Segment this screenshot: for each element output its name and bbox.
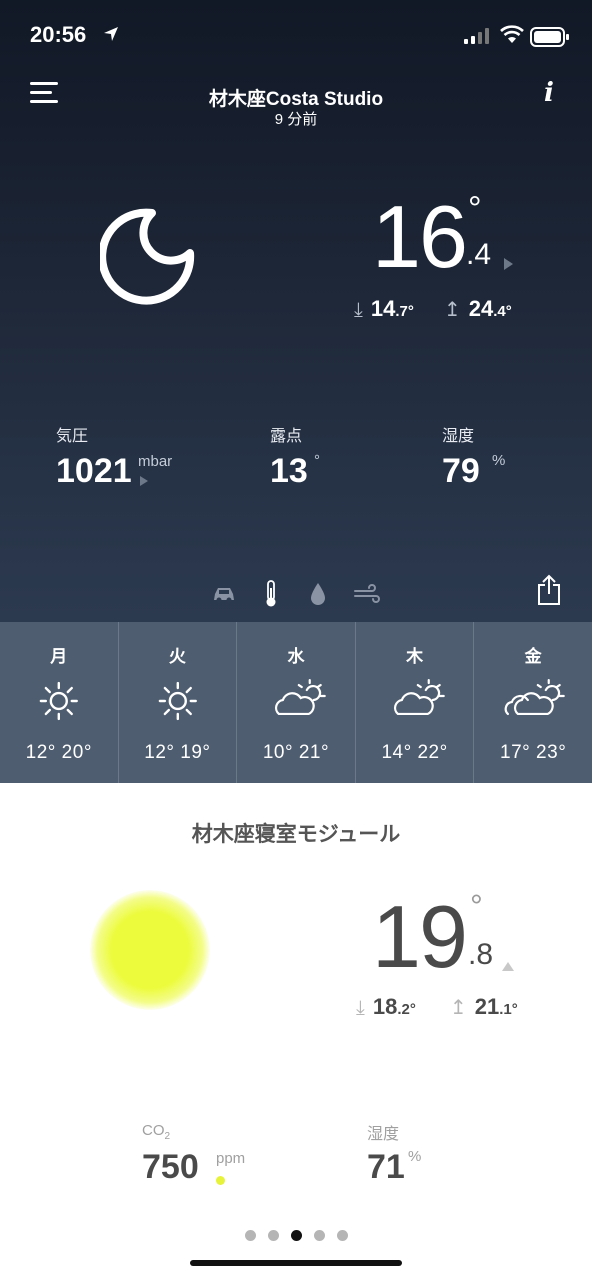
sun-clouds-icon: [505, 678, 566, 716]
max-arrow-icon: ↥: [444, 299, 461, 321]
indoor-humidity-unit: %: [408, 1148, 422, 1165]
indoor-humidity-label: 湿度: [367, 1126, 400, 1143]
outdoor-temperature-decimal: .4: [466, 238, 492, 271]
trend-right-icon: [140, 476, 148, 486]
indoor-max-temp: ↥ 21.1°: [450, 994, 518, 1019]
forecast-day-name: 金: [524, 647, 542, 666]
min-arrow-icon: ⤓: [354, 299, 363, 321]
co2-label: CO2: [142, 1122, 171, 1142]
forecast-temps: 12° 20°: [25, 742, 92, 763]
forecast-day[interactable]: 金 17° 23°: [474, 622, 592, 783]
indoor-humidity-value[interactable]: 71: [367, 1148, 405, 1187]
min-arrow-icon: ⤓: [356, 997, 365, 1019]
forecast-day-name: 月: [50, 647, 68, 666]
forecast-strip: 月 12° 20° 火 12° 19° 水 10° 21° 木 14° 22° …: [0, 622, 592, 783]
moon-icon: [100, 208, 195, 305]
degree-symbol: °: [468, 190, 482, 228]
share-icon[interactable]: [536, 574, 562, 606]
forecast-day[interactable]: 火 12° 19°: [119, 622, 238, 783]
drop-icon[interactable]: [310, 582, 326, 606]
degree-symbol: °: [470, 888, 483, 924]
pressure-unit: mbar: [138, 453, 173, 470]
co2-value[interactable]: 750: [142, 1148, 199, 1187]
page-dot[interactable]: [244, 1230, 256, 1241]
battery-icon: [530, 27, 569, 47]
info-icon[interactable]: i: [544, 78, 554, 108]
humidity-unit: %: [492, 452, 506, 469]
sun-cloud-icon: [275, 678, 326, 716]
page-dot[interactable]: [313, 1230, 325, 1241]
page-dot[interactable]: [336, 1230, 348, 1241]
home-indicator[interactable]: [190, 1260, 402, 1266]
forecast-day-name: 水: [287, 647, 305, 666]
pressure-value[interactable]: 1021: [56, 452, 132, 491]
max-arrow-icon: ↥: [450, 997, 467, 1019]
sun-icon: [158, 681, 197, 721]
outdoor-temperature[interactable]: 16: [372, 186, 468, 288]
page-indicator: [0, 1228, 592, 1246]
outdoor-max-temp: ↥ 24.4°: [444, 296, 512, 321]
air-quality-indicator[interactable]: [90, 890, 210, 1010]
status-time: 20:56: [30, 22, 87, 47]
dewpoint-value[interactable]: 13: [270, 452, 308, 491]
trend-right-icon: [504, 258, 513, 270]
sun-cloud-icon: [393, 678, 445, 716]
trend-up-icon: [502, 962, 514, 971]
indoor-min-temp: ⤓ 18.2°: [356, 994, 416, 1019]
forecast-temps: 17° 23°: [500, 742, 567, 763]
module-name[interactable]: 材木座寝室モジュール: [0, 818, 592, 848]
station-name[interactable]: 材木座Costa Studio: [0, 84, 592, 111]
dewpoint-label: 露点: [270, 428, 303, 445]
forecast-day-name: 木: [406, 647, 424, 666]
status-bar: 20:56: [0, 0, 592, 70]
wifi-icon: [500, 25, 524, 43]
co2-unit: ppm: [216, 1150, 246, 1167]
forecast-day-name: 火: [168, 647, 186, 666]
dewpoint-unit: °: [314, 452, 320, 469]
sun-icon: [39, 681, 78, 721]
forecast-temps: 12° 19°: [144, 742, 211, 763]
last-updated: 9 分前: [274, 111, 318, 128]
thermometer-icon[interactable]: [264, 580, 278, 608]
humidity-value[interactable]: 79: [442, 452, 480, 491]
indoor-temperature-decimal: .8: [468, 938, 494, 971]
co2-status-dot: [216, 1176, 225, 1185]
forecast-day[interactable]: 月 12° 20°: [0, 622, 119, 783]
forecast-day[interactable]: 水 10° 21°: [237, 622, 356, 783]
forecast-temps: 14° 22°: [381, 742, 448, 763]
wind-icon[interactable]: [354, 584, 380, 604]
forecast-day[interactable]: 木 14° 22°: [356, 622, 475, 783]
humidity-label: 湿度: [442, 428, 475, 445]
location-arrow-icon: [104, 27, 118, 41]
cellular-signal-icon: [464, 28, 489, 44]
page-dot-active[interactable]: [290, 1230, 302, 1241]
page-dot[interactable]: [267, 1230, 279, 1241]
indoor-temperature[interactable]: 19: [372, 886, 468, 988]
car-icon[interactable]: [212, 584, 236, 604]
outdoor-min-temp: ⤓ 14.7°: [354, 296, 414, 321]
forecast-temps: 10° 21°: [262, 742, 330, 763]
pressure-label: 気圧: [56, 428, 89, 445]
